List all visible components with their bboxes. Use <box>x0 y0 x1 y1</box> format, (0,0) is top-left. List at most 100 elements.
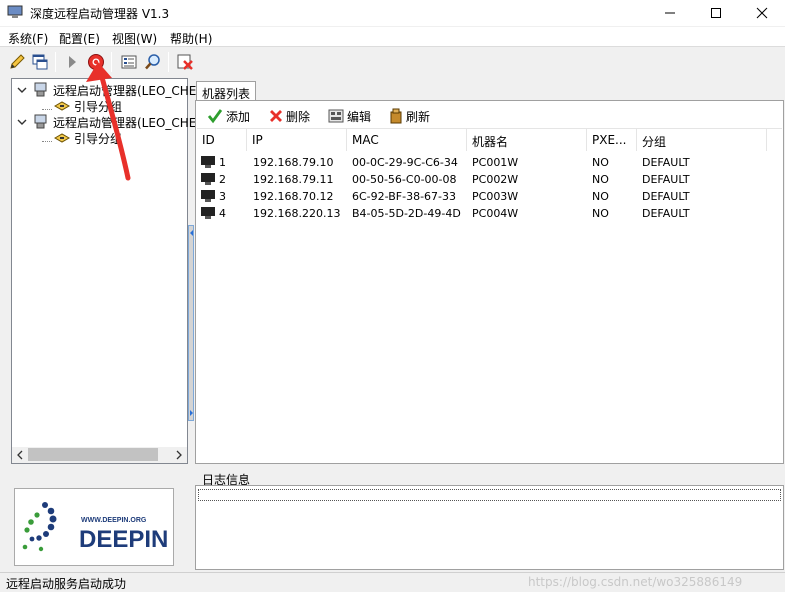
tree-connector <box>42 102 52 110</box>
cell-mac: 6C-92-BF-38-67-33 <box>352 190 456 203</box>
tree-node-boot-group-2[interactable]: 引导分组 <box>42 130 122 146</box>
tree-node-label: 引导分组 <box>74 99 123 114</box>
edit-label: 编辑 <box>347 109 372 124</box>
minimize-button[interactable] <box>647 0 693 26</box>
cell-pxe: NO <box>592 207 609 220</box>
stop-tool-button[interactable] <box>85 51 107 73</box>
chevron-right-icon[interactable] <box>174 447 184 463</box>
cell-name: PC001W <box>472 156 519 169</box>
cell-group: DEFAULT <box>642 173 690 186</box>
cell-id: 1 <box>219 156 226 169</box>
computer-icon <box>201 173 215 185</box>
cell-ip: 192.168.79.11 <box>253 173 334 186</box>
cell-pxe: NO <box>592 156 609 169</box>
cell-mac: B4-05-5D-2D-49-4D <box>352 207 461 220</box>
cell-mac: 00-0C-29-9C-C6-34 <box>352 156 458 169</box>
exit-tool-button[interactable] <box>174 51 196 73</box>
server-icon <box>34 82 47 97</box>
start-tool-button[interactable] <box>61 51 83 73</box>
cell-mac: 00-50-56-C0-00-08 <box>352 173 457 186</box>
table-row[interactable]: 3 192.168.70.12 6C-92-BF-38-67-33 PC003W… <box>197 188 782 205</box>
log-panel: 日志信息 <box>195 470 784 570</box>
title-bar: 深度远程启动管理器 V1.3 <box>0 0 785 26</box>
chevron-down-icon[interactable] <box>16 84 28 96</box>
edit-tool-button[interactable] <box>6 51 28 73</box>
table-row[interactable]: 2 192.168.79.11 00-50-56-C0-00-08 PC002W… <box>197 171 782 188</box>
refresh-icon <box>390 108 402 124</box>
maximize-button[interactable] <box>693 0 739 26</box>
windows-tool-button[interactable] <box>29 51 51 73</box>
computer-icon <box>201 207 215 219</box>
logo-url: WWW.DEEPIN.ORG <box>81 517 147 524</box>
list-icon <box>121 55 137 69</box>
tree-connector <box>42 134 52 142</box>
column-header-mac[interactable]: MAC <box>347 129 467 151</box>
scrollbar-thumb[interactable] <box>28 448 158 461</box>
menu-help[interactable]: 帮助(H) <box>170 30 212 47</box>
panel-splitter[interactable] <box>188 225 194 421</box>
tree-node-label: 远程启动管理器(LEO_CHE <box>53 115 197 130</box>
menu-config[interactable]: 配置(E) <box>59 30 100 47</box>
watermark: https://blog.csdn.net/wo325886149 <box>528 575 743 589</box>
tree-node-label: 引导分组 <box>74 131 123 146</box>
table-row[interactable]: 1 192.168.79.10 00-0C-29-9C-C6-34 PC001W… <box>197 154 782 171</box>
toolbar-separator <box>168 52 169 72</box>
minimize-icon <box>665 12 675 14</box>
chevron-left-icon[interactable] <box>15 447 25 463</box>
edit-icon <box>328 109 344 123</box>
add-label: 添加 <box>226 109 251 124</box>
log-textbox[interactable] <box>195 485 784 570</box>
delete-button[interactable]: 删除 <box>269 106 310 126</box>
menu-view[interactable]: 视图(W) <box>112 30 157 47</box>
close-icon <box>756 7 768 19</box>
tree-node-manager-2[interactable]: 远程启动管理器(LEO_CHE <box>16 114 196 130</box>
menu-system[interactable]: 系统(F) <box>8 30 48 47</box>
cell-id: 4 <box>219 207 226 220</box>
tab-machine-list[interactable]: 机器列表 <box>196 81 256 101</box>
deepin-logo-graphic: WWW.DEEPIN.ORG DEEPIN <box>22 502 168 553</box>
group-icon <box>54 133 70 143</box>
cell-ip: 192.168.70.12 <box>253 190 334 203</box>
tree-node-manager-1[interactable]: 远程启动管理器(LEO_CHE <box>16 82 196 98</box>
tab-strip: 机器列表 <box>194 80 784 101</box>
refresh-button[interactable]: 刷新 <box>389 106 430 126</box>
cell-ip: 192.168.79.10 <box>253 156 334 169</box>
close-button[interactable] <box>739 0 785 26</box>
edit-button[interactable]: 编辑 <box>328 106 371 126</box>
status-bar: 远程启动服务启动成功 https://blog.csdn.net/wo32588… <box>0 572 785 591</box>
toolbar-separator <box>55 52 56 72</box>
app-icon <box>7 5 23 18</box>
computer-icon <box>201 190 215 202</box>
status-text: 远程启动服务启动成功 <box>6 577 127 591</box>
tree-node-boot-group-1[interactable]: 引导分组 <box>42 98 122 114</box>
search-icon <box>145 54 160 70</box>
cell-pxe: NO <box>592 190 609 203</box>
cell-id: 2 <box>219 173 226 186</box>
menu-bar: 系统(F) 配置(E) 视图(W) 帮助(H) <box>0 27 785 47</box>
add-button[interactable]: 添加 <box>207 106 250 126</box>
column-header-group[interactable]: 分组 <box>637 129 767 151</box>
tree-node-label: 远程启动管理器(LEO_CHE <box>53 83 197 98</box>
group-icon <box>54 101 70 111</box>
tree-view[interactable]: 远程启动管理器(LEO_CHE 引导分组 远程启动管理器(LEO_CHE 引导分… <box>11 78 196 464</box>
delete-label: 删除 <box>286 109 311 124</box>
search-tool-button[interactable] <box>142 51 164 73</box>
tree-horizontal-scrollbar[interactable] <box>12 447 187 463</box>
cell-name: PC003W <box>472 190 519 203</box>
toolbar-separator <box>111 52 112 72</box>
list-tool-button[interactable] <box>118 51 140 73</box>
column-header-id[interactable]: ID <box>197 129 247 151</box>
record-stop-icon <box>88 54 104 70</box>
cell-pxe: NO <box>592 173 609 186</box>
windows-icon <box>32 54 48 70</box>
window-title: 深度远程启动管理器 V1.3 <box>30 7 170 21</box>
computer-icon <box>201 156 215 168</box>
column-header-name[interactable]: 机器名 <box>467 129 587 151</box>
chevron-down-icon[interactable] <box>16 116 28 128</box>
refresh-label: 刷新 <box>406 109 431 124</box>
column-header-ip[interactable]: IP <box>247 129 347 151</box>
table-row[interactable]: 4 192.168.220.13 B4-05-5D-2D-49-4D PC004… <box>197 205 782 222</box>
delete-x-icon <box>270 110 282 122</box>
column-header-pxe[interactable]: PXE... <box>587 129 637 151</box>
cell-group: DEFAULT <box>642 190 690 203</box>
